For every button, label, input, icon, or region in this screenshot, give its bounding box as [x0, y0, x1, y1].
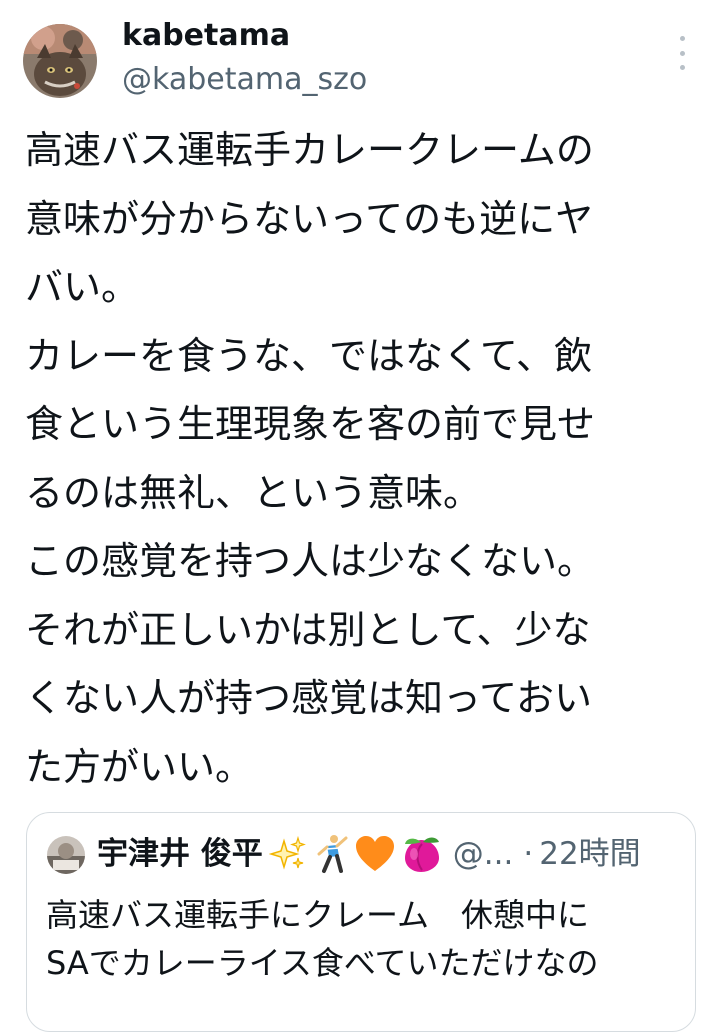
quoted-tweet-header: 宇津井 俊平 @... · 22時間 — [97, 832, 641, 876]
quoted-text-line: SAでカレーライス食べていただけなの — [46, 944, 599, 982]
sparkles-icon — [268, 835, 307, 873]
more-dot — [679, 36, 685, 41]
quoted-tweet-text: 高速バス運転手にクレーム 休憩中に SAでカレーライス食べていただけなの — [46, 891, 686, 987]
quoted-display-name: 宇津井 俊平 — [97, 836, 263, 872]
tweet-text-line: それが正しいかは別として、少な — [25, 607, 591, 652]
photo-avatar-icon — [47, 836, 85, 874]
author-display-name[interactable]: kabetama — [122, 14, 290, 58]
quoted-handle: @... — [452, 836, 514, 872]
more-dot — [679, 65, 685, 70]
more-options-icon[interactable] — [666, 36, 698, 70]
tweet-text-line: くない人が持つ感覚は知っておい — [25, 676, 592, 720]
tweet-text-line: 意味が分からないってのも逆にヤ — [25, 196, 594, 241]
author-handle[interactable]: @kabetama_szo — [122, 58, 367, 102]
quoted-text-line: 高速バス運転手にクレーム 休憩中に — [46, 896, 590, 934]
orange-heart-icon — [355, 835, 395, 873]
peach-icon — [401, 834, 443, 874]
dancer-icon — [313, 834, 349, 874]
tweet-text-line: カレーを食うな、ではなくて、飲 — [25, 333, 592, 378]
more-dot — [679, 50, 685, 56]
author-avatar[interactable] — [23, 24, 97, 98]
tweet-text-line: 食という生理現象を客の前で見せ — [25, 402, 596, 446]
tweet-text: 高速バス運転手カレークレームの 意味が分からないってのも逆にヤ バい。 カレーを… — [25, 116, 690, 801]
tweet-text-line: この感覚を持つ人は少なくない。 — [25, 539, 596, 583]
tweet-text-line: バい。 — [25, 265, 140, 309]
tweet-text-line: た方がいい。 — [25, 744, 254, 789]
quoted-timestamp: 22時間 — [539, 836, 641, 872]
quoted-tweet-card[interactable]: 宇津井 俊平 @... · 22時間 高速バス運転手にクレーム 休憩中に SAで… — [26, 812, 696, 1032]
separator-dot: · — [523, 836, 534, 872]
tweet-text-line: るのは無礼、という意味。 — [25, 470, 482, 515]
cat-photo-avatar — [23, 24, 97, 98]
tweet-text-line: 高速バス運転手カレークレームの — [25, 128, 594, 172]
quoted-author-avatar — [47, 836, 85, 874]
